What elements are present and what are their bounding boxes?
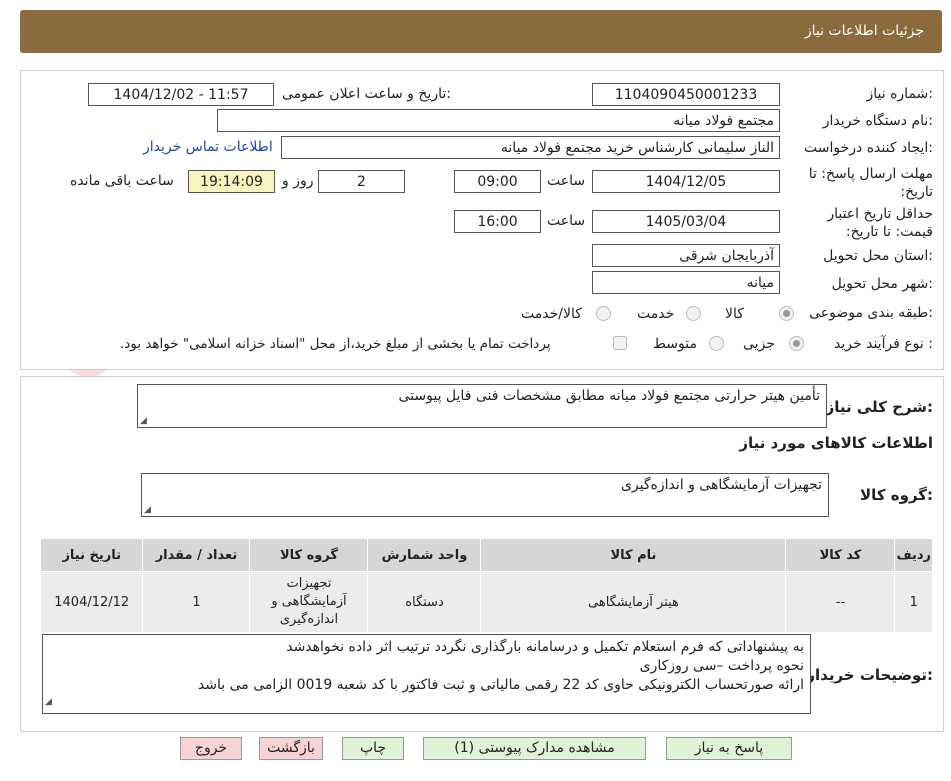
- page-header: جزئیات اطلاعات نیاز: [20, 10, 942, 53]
- process-option-minor: جزیی: [743, 336, 775, 352]
- deadline-date-field: 1404/12/05: [592, 170, 780, 193]
- need-number-label: شماره نیاز:: [866, 86, 933, 102]
- goods-table: ردیف کد کالا نام کالا واحد شمارش گروه کا…: [39, 538, 933, 633]
- buyer-note-line: ارائه صورتحساب الکترونیکی حاوی کد 22 رقم…: [197, 677, 804, 693]
- deadline-time-label: ساعت: [547, 173, 586, 189]
- treasury-note: پرداخت تمام یا بخشی از مبلغ خرید،از محل …: [120, 336, 551, 352]
- col-row: ردیف: [894, 538, 933, 572]
- cell-quantity: 1: [142, 571, 251, 633]
- need-number-field: 1104090450001233: [592, 83, 780, 106]
- price-validity-label: حداقل تاریخ اعتبار قیمت: تا تاریخ:: [827, 206, 933, 240]
- category-option-service: خدمت: [637, 306, 675, 322]
- price-validity-time-field: 16:00: [454, 210, 541, 233]
- category-radio-goods[interactable]: [779, 306, 794, 321]
- deadline-time-field: 09:00: [454, 170, 541, 193]
- process-radio-medium[interactable]: [709, 336, 724, 351]
- print-button[interactable]: چاپ: [342, 737, 404, 760]
- buyer-notes-label: توضیحات خریدار:: [806, 666, 933, 684]
- remaining-label: ساعت باقی مانده: [70, 173, 174, 189]
- requester-label: ایجاد کننده درخواست:: [804, 140, 933, 156]
- cell-row: 1: [894, 571, 933, 633]
- deadline-label: مهلت ارسال پاسخ: تا تاریخ:: [808, 166, 933, 200]
- city-field: میانه: [592, 271, 780, 294]
- days-remaining-field: 2: [318, 170, 405, 193]
- requester-field: الناز سلیمانی کارشناس خرید مجتمع فولاد م…: [281, 136, 780, 159]
- goods-info-title: اطلاعات کالاهای مورد نیاز: [739, 434, 933, 452]
- process-label: نوع فرآیند خرید :: [834, 336, 933, 352]
- summary-textarea: تأمین هیتر حرارتی مجتمع فولاد میانه مطاب…: [137, 384, 827, 428]
- category-label: طبقه بندی موضوعی:: [809, 305, 933, 321]
- goods-group-textarea: تجهیزات آزمایشگاهی و اندازه‌گیری ◢: [141, 473, 829, 517]
- cell-unit: دستگاه: [367, 571, 482, 633]
- buyer-note-line: نحوه پرداخت –سی روزکاری: [639, 658, 804, 674]
- category-option-both: کالا/خدمت: [521, 306, 582, 322]
- back-button[interactable]: بازگشت: [259, 737, 323, 760]
- col-quantity: تعداد / مقدار: [142, 538, 251, 572]
- remaining-time-field: 19:14:09: [188, 170, 275, 193]
- cell-group: تجهیزات آزمایشگاهی و اندازه‌گیری: [249, 571, 369, 633]
- buyer-org-label: نام دستگاه خریدار:: [822, 113, 933, 129]
- col-unit: واحد شمارش: [367, 538, 482, 572]
- days-label: روز و: [282, 173, 314, 189]
- category-option-goods: کالا: [725, 306, 744, 322]
- page-title: جزئیات اطلاعات نیاز: [804, 23, 924, 39]
- goods-group-label: گروه کالا:: [860, 486, 933, 504]
- city-label: شهر محل تحویل:: [831, 276, 933, 292]
- reply-button[interactable]: پاسخ به نیاز: [666, 737, 792, 760]
- summary-text: تأمین هیتر حرارتی مجتمع فولاد میانه مطاب…: [398, 388, 821, 404]
- process-radio-minor[interactable]: [789, 336, 804, 351]
- buyer-contact-link[interactable]: اطلاعات تماس خریدار: [143, 139, 273, 155]
- col-name: نام کالا: [480, 538, 787, 572]
- col-code: کد کالا: [785, 538, 896, 572]
- resize-grip-icon[interactable]: ◢: [140, 416, 147, 426]
- price-validity-date-field: 1405/03/04: [592, 210, 780, 233]
- category-radio-service[interactable]: [686, 306, 701, 321]
- exit-button[interactable]: خروج: [180, 737, 242, 760]
- table-header-row: ردیف کد کالا نام کالا واحد شمارش گروه کا…: [39, 538, 933, 572]
- process-option-medium: متوسط: [653, 336, 697, 352]
- cell-code: --: [785, 571, 896, 633]
- category-radio-both[interactable]: [596, 306, 611, 321]
- buyer-org-field: مجتمع فولاد میانه: [217, 109, 780, 132]
- cell-name: هیتر آزمایشگاهی: [480, 571, 787, 633]
- summary-label: شرح کلی نیاز:: [825, 398, 933, 416]
- cell-date: 1404/12/12: [39, 571, 144, 633]
- col-date: تاریخ نیاز: [39, 538, 144, 572]
- province-label: استان محل تحویل:: [823, 248, 933, 264]
- goods-group-text: تجهیزات آزمایشگاهی و اندازه‌گیری: [620, 477, 822, 493]
- buyer-notes-textarea: به پیشنهاداتی که فرم استعلام تکمیل و درس…: [42, 634, 811, 714]
- buyer-note-line: به پیشنهاداتی که فرم استعلام تکمیل و درس…: [286, 639, 804, 655]
- view-attachments-button[interactable]: مشاهده مدارک پیوستی (1): [423, 737, 646, 760]
- price-validity-time-label: ساعت: [547, 213, 586, 229]
- col-group: گروه کالا: [249, 538, 369, 572]
- announce-label: تاریخ و ساعت اعلان عمومی:: [282, 86, 451, 102]
- announce-datetime-field: 1404/12/02 - 11:57: [88, 83, 274, 106]
- resize-grip-icon[interactable]: ◢: [144, 505, 151, 515]
- province-field: آذربایجان شرقی: [592, 244, 780, 267]
- resize-grip-icon[interactable]: ◢: [45, 693, 52, 712]
- treasury-checkbox[interactable]: [613, 336, 627, 350]
- table-row: 1 -- هیتر آزمایشگاهی دستگاه تجهیزات آزما…: [39, 571, 933, 633]
